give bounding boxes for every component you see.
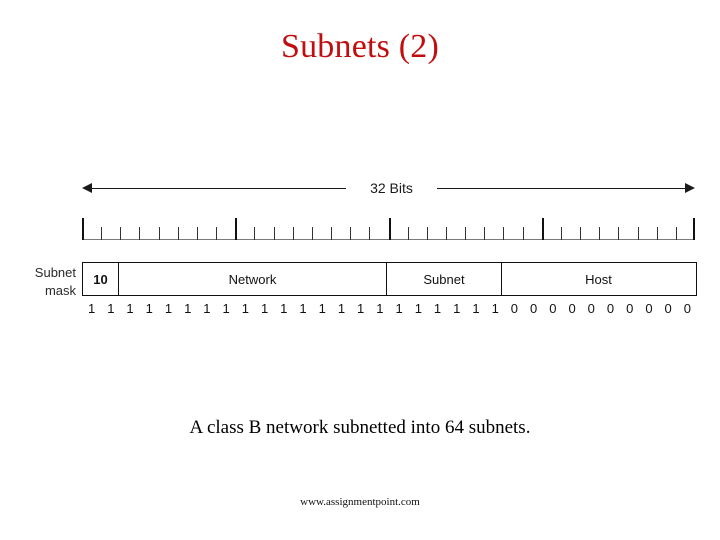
ruler-tick-major bbox=[693, 218, 695, 240]
mask-bit: 0 bbox=[568, 301, 576, 316]
mask-bit: 1 bbox=[164, 301, 173, 316]
mask-bit: 1 bbox=[414, 301, 422, 316]
mask-bit: 1 bbox=[107, 301, 115, 316]
mask-bit: 1 bbox=[318, 301, 326, 316]
slide: Subnets (2) 32 Bits Subnet mask 10 Netwo… bbox=[0, 0, 720, 540]
ruler-tick-major bbox=[541, 218, 544, 240]
mask-bit: 0 bbox=[626, 301, 634, 316]
ruler-tick-minor bbox=[580, 227, 582, 240]
arrow-line-right bbox=[437, 188, 689, 189]
ruler-tick-minor bbox=[350, 227, 352, 240]
ruler-tick-minor bbox=[484, 227, 486, 240]
mask-bit: 1 bbox=[433, 301, 442, 316]
ruler-tick-minor bbox=[177, 227, 179, 240]
page-title: Subnets (2) bbox=[280, 28, 440, 65]
ruler-tick-major bbox=[235, 218, 238, 240]
ruler-tick-minor bbox=[426, 227, 428, 240]
ruler-tick-minor bbox=[445, 227, 447, 240]
mask-bit: 1 bbox=[376, 301, 384, 316]
mask-bit: 1 bbox=[357, 301, 365, 316]
mask-bit: 1 bbox=[337, 301, 346, 316]
ruler-tick-minor bbox=[522, 227, 524, 240]
mask-bit: 1 bbox=[260, 301, 269, 316]
mask-bit: 0 bbox=[664, 301, 672, 316]
ruler-tick-minor bbox=[254, 227, 256, 240]
mask-bit: 1 bbox=[472, 301, 480, 316]
ruler-tick-minor bbox=[273, 227, 275, 240]
mask-bit: 1 bbox=[203, 301, 211, 316]
ruler-tick-minor bbox=[139, 227, 141, 240]
mask-bit: 0 bbox=[606, 301, 615, 316]
ruler-tick-minor bbox=[331, 227, 333, 240]
subnet-mask-label-line1: Subnet bbox=[34, 265, 76, 280]
bit-width-label: 32 Bits bbox=[370, 180, 413, 196]
ruler-tick-minor bbox=[292, 227, 294, 240]
mask-bit: 1 bbox=[87, 301, 96, 316]
ruler-tick-minor bbox=[503, 227, 505, 240]
ruler-tick-minor bbox=[637, 227, 639, 240]
mask-bit: 1 bbox=[184, 301, 192, 316]
ruler-tick-minor bbox=[675, 227, 677, 240]
ruler-tick-minor bbox=[311, 227, 313, 240]
mask-bit: 1 bbox=[299, 301, 307, 316]
arrow-right-head-icon bbox=[685, 183, 695, 193]
mask-bit: 1 bbox=[241, 301, 249, 316]
ruler-tick-minor bbox=[599, 227, 601, 240]
mask-bit: 1 bbox=[222, 301, 230, 316]
field-box-prefix: 10 bbox=[83, 263, 119, 295]
ruler-tick-minor bbox=[618, 227, 620, 240]
field-box-network: Network bbox=[119, 263, 387, 295]
mask-bit: 0 bbox=[587, 301, 595, 316]
ruler-tick-minor bbox=[560, 227, 562, 240]
mask-bit: 1 bbox=[145, 301, 153, 316]
ruler-tick-minor bbox=[656, 227, 658, 240]
ruler-tick-minor bbox=[369, 227, 371, 240]
mask-bit: 1 bbox=[280, 301, 288, 316]
mask-bit: 1 bbox=[453, 301, 461, 316]
address-field-boxes: 10 Network Subnet Host bbox=[82, 262, 697, 296]
ruler-tick-minor bbox=[407, 227, 409, 240]
ruler-tick-major bbox=[388, 218, 391, 240]
bit-width-arrow: 32 Bits bbox=[82, 178, 695, 200]
subnet-mask-label: Subnet mask bbox=[8, 264, 76, 300]
bit-ruler bbox=[82, 212, 695, 240]
subnet-mask-label-line2: mask bbox=[44, 283, 76, 298]
subnet-mask-bit-row: 11111111111111111111110000000000 bbox=[82, 300, 697, 320]
ruler-tick-minor bbox=[120, 227, 122, 240]
mask-bit: 0 bbox=[683, 301, 691, 316]
mask-bit: 0 bbox=[549, 301, 557, 316]
mask-bit: 0 bbox=[645, 301, 653, 316]
field-box-host: Host bbox=[585, 271, 612, 287]
ruler-tick-minor bbox=[101, 227, 103, 240]
subnet-mask-diagram: 32 Bits Subnet mask 10 Network Subnet Ho… bbox=[0, 160, 720, 330]
mask-bit: 0 bbox=[530, 301, 538, 316]
ruler-tick-major bbox=[82, 218, 84, 240]
field-box-subnet: Subnet bbox=[387, 263, 502, 295]
mask-bit: 1 bbox=[395, 301, 403, 316]
figure-caption: A class B network subnetted into 64 subn… bbox=[189, 417, 531, 438]
ruler-tick-minor bbox=[216, 227, 218, 240]
mask-bit: 1 bbox=[126, 301, 134, 316]
ruler-tick-minor bbox=[465, 227, 467, 240]
mask-bit: 0 bbox=[510, 301, 519, 316]
mask-bit: 1 bbox=[491, 301, 499, 316]
ruler-tick-minor bbox=[196, 227, 198, 240]
source-footer: www.assignmentpoint.com bbox=[300, 496, 420, 508]
ruler-tick-minor bbox=[158, 227, 160, 240]
arrow-line-left bbox=[88, 188, 346, 189]
